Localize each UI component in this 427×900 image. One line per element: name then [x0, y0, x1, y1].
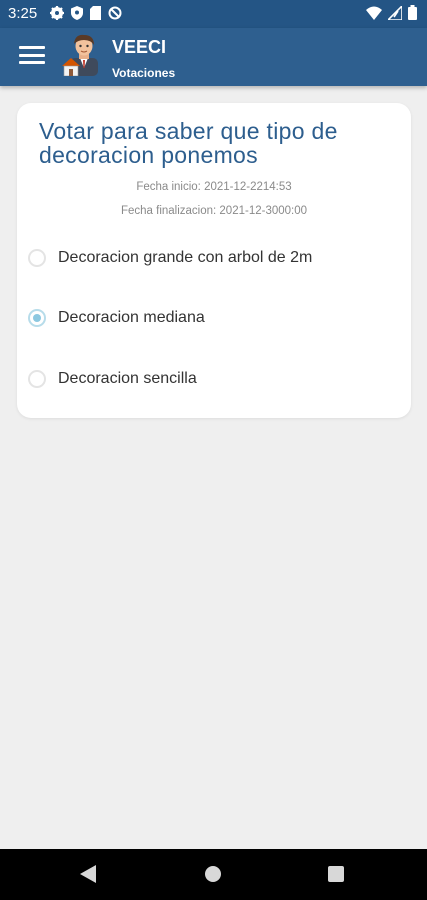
- hamburger-icon-line: [19, 46, 45, 49]
- radio-button[interactable]: [28, 249, 46, 267]
- shield-icon: [71, 6, 83, 20]
- back-icon[interactable]: [80, 865, 96, 883]
- home-icon[interactable]: [205, 866, 221, 882]
- hamburger-icon-line: [19, 61, 45, 64]
- avatar: [62, 34, 98, 76]
- gear-icon: [50, 6, 64, 20]
- app-title: VEECI: [112, 37, 167, 57]
- status-right-icons: [366, 5, 417, 20]
- navigation-bar: [0, 849, 427, 900]
- poll-option-1[interactable]: Decoracion grande con arbol de 2m: [28, 243, 398, 273]
- poll-option-label: Decoracion mediana: [58, 309, 205, 326]
- app-bar: VEECI Votaciones: [0, 28, 427, 86]
- poll-option-2[interactable]: Decoracion mediana: [28, 303, 398, 333]
- hamburger-icon-line: [19, 53, 45, 57]
- poll-title: Votar para saber que tipo de decoracion …: [39, 118, 338, 168]
- menu-button[interactable]: [19, 46, 45, 66]
- status-time: 3:25: [8, 5, 38, 22]
- radio-button-selected[interactable]: [28, 309, 46, 327]
- signal-icon: [388, 5, 402, 20]
- poll-card: Votar para saber que tipo de decoracion …: [17, 103, 411, 418]
- poll-end-date: Fecha finalizacion: 2021-12-3000:00: [120, 205, 308, 217]
- no-sync-icon: [108, 6, 122, 20]
- battery-icon: [408, 5, 417, 20]
- poll-start-date: Fecha inicio: 2021-12-2214:53: [136, 181, 292, 193]
- app-subtitle: Votaciones: [112, 66, 176, 80]
- recents-icon[interactable]: [328, 866, 344, 882]
- radio-button[interactable]: [28, 370, 46, 388]
- poll-option-label: Decoracion grande con arbol de 2m: [58, 249, 313, 266]
- wifi-icon: [366, 6, 382, 20]
- status-bar: 3:25: [0, 0, 427, 28]
- sd-card-icon: [90, 6, 101, 20]
- status-left-icons: [50, 6, 122, 20]
- poll-option-3[interactable]: Decoracion sencilla: [28, 364, 398, 394]
- poll-option-label: Decoracion sencilla: [58, 370, 197, 387]
